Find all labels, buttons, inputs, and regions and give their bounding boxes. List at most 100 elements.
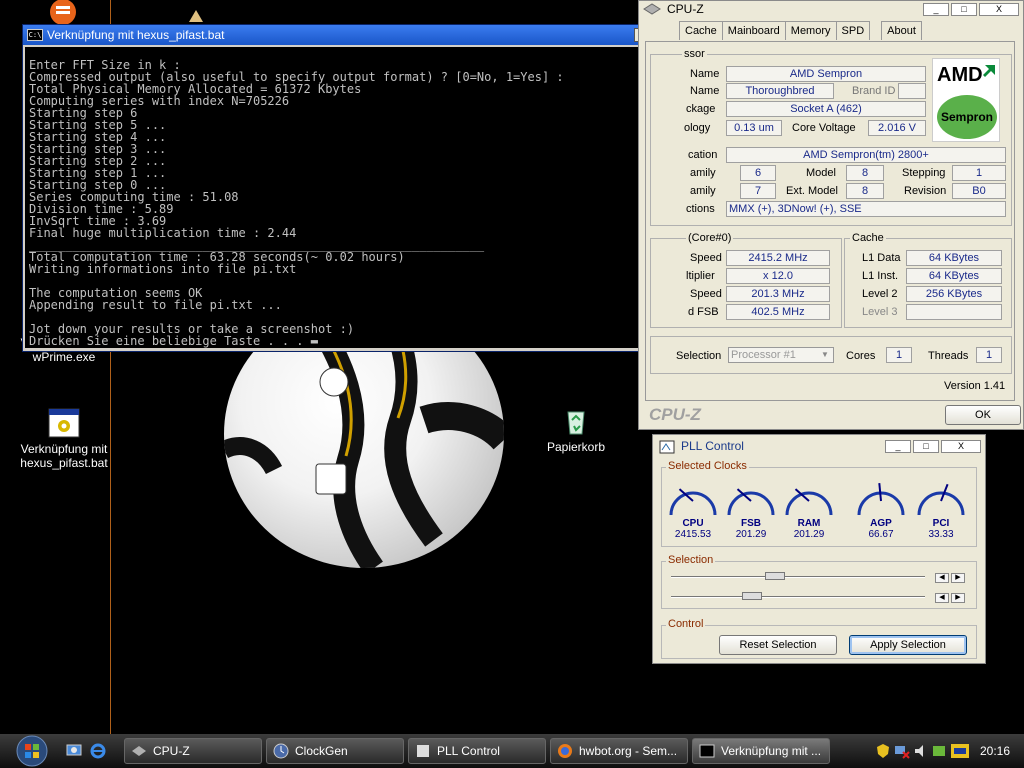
console-titlebar[interactable]: C:\ Verknüpfung mit hexus_pifast.bat _ □… (23, 25, 687, 45)
desktop-icon-recycle-bin[interactable]: Papierkorb (526, 406, 626, 454)
model-value: 8 (846, 165, 884, 181)
brand-id-value (898, 83, 926, 99)
task-hwbot-label: hwbot.org - Sem... (579, 744, 678, 758)
task-console[interactable]: Verknüpfung mit ... (692, 738, 830, 764)
cores-label: Cores (846, 350, 876, 362)
multiplier-value: x 12.0 (726, 268, 830, 284)
quick-launch (66, 743, 106, 759)
cpuz-minimize-button[interactable]: _ (923, 2, 949, 16)
task-hwbot[interactable]: hwbot.org - Sem... (550, 738, 688, 764)
desktop-icon-top-2[interactable] (186, 8, 206, 24)
slider-knob-1[interactable] (765, 572, 786, 580)
revision-value: B0 (952, 183, 1006, 199)
desktop: Verknüpfung mit wPrime.exe Verknüpfung m… (0, 0, 1024, 768)
revision-label: Revision (904, 185, 947, 197)
processor-select-chevron-down-icon[interactable]: ▼ (818, 348, 832, 362)
show-desktop-icon[interactable] (66, 743, 82, 759)
tab-about[interactable]: About (881, 21, 922, 40)
cpuz-task-icon (132, 746, 146, 756)
technology-value: 0.13 um (726, 120, 782, 136)
desktop-icon-top-1[interactable] (48, 0, 78, 25)
pll-minimize-button[interactable]: _ (885, 439, 911, 453)
gauge-fsb: FSB 201.29 (725, 477, 777, 540)
level2-value: 256 KBytes (906, 286, 1002, 302)
pll-app-icon (659, 440, 675, 454)
core-speed-value: 2415.2 MHz (726, 250, 830, 266)
core-voltage-label: Core Voltage (792, 122, 856, 134)
task-clockgen[interactable]: ClockGen (266, 738, 404, 764)
cpuz-close-button[interactable]: X (979, 2, 1019, 16)
ok-button[interactable]: OK (945, 405, 1021, 425)
pll-maximize-button[interactable]: □ (913, 439, 939, 453)
cpuz-footer-brand: CPU-Z (649, 405, 701, 424)
pll-task-icon (417, 745, 429, 757)
security-shield-icon[interactable] (876, 743, 890, 759)
family-value: 6 (740, 165, 776, 181)
selection-section: Selection (661, 554, 977, 609)
desktop-icon-hexus[interactable]: Verknüpfung mit hexus_pifast.bat (14, 408, 114, 470)
selection-label: Selection (676, 350, 722, 362)
gauge-dial-icon (669, 488, 717, 516)
apply-selection-button[interactable]: Apply Selection (849, 635, 967, 655)
l1-data-value: 64 KBytes (906, 250, 1002, 266)
cpuz-window[interactable]: CPU-Z _ □ X Cache Mainboard Memory SPD A… (638, 0, 1024, 430)
slider-2-right-arrow-icon[interactable]: ▶ (951, 593, 965, 603)
codename-value: Thoroughbred (726, 83, 834, 99)
gauge-value: 2415.53 (674, 529, 712, 540)
gauge-label: PCI (932, 518, 950, 529)
selected-clocks-label: Selected Clocks (666, 460, 749, 472)
internet-explorer-icon[interactable] (90, 743, 106, 759)
pll-control-window[interactable]: PLL Control _ □ X Selected Clocks CPU 241… (652, 434, 986, 664)
app-tray-icon[interactable] (950, 743, 970, 759)
control-section-label: Control (666, 618, 706, 630)
ext-family-value: 7 (740, 183, 776, 199)
slider-2-left-arrow-icon[interactable]: ◀ (935, 593, 949, 603)
reset-selection-button[interactable]: Reset Selection (719, 635, 837, 655)
slider-knob-2[interactable] (742, 592, 763, 600)
threads-value: 1 (976, 347, 1002, 363)
gauge-label: CPU (682, 518, 704, 529)
pll-title: PLL Control (681, 439, 744, 453)
stepping-value: 1 (952, 165, 1006, 181)
level3-value (906, 304, 1002, 320)
pll-close-button[interactable]: X (941, 439, 981, 453)
amd-logo-brand: AMD (937, 64, 983, 86)
gauge-value: 201.29 (793, 529, 825, 540)
cpuz-maximize-button[interactable]: □ (951, 2, 977, 16)
version-text: Version 1.41 (944, 380, 1006, 392)
volume-icon[interactable] (914, 743, 928, 759)
slider-1-left-arrow-icon[interactable]: ◀ (935, 573, 949, 583)
task-console-label: Verknüpfung mit ... (721, 744, 822, 758)
desktop-icon-hexus-label: Verknüpfung mit hexus_pifast.bat (20, 442, 108, 470)
family-label: amily (690, 167, 716, 179)
pll-titlebar[interactable]: PLL Control _ □ X (653, 435, 985, 457)
bus-speed-label: Speed (690, 288, 722, 300)
task-cpuz[interactable]: CPU-Z (124, 738, 262, 764)
specification-value: AMD Sempron(tm) 2800+ (726, 147, 1006, 163)
task-pll-control[interactable]: PLL Control (408, 738, 546, 764)
processor-group-title: ssor (682, 48, 707, 60)
clockgen-task-icon (273, 743, 289, 759)
slider-track-1 (671, 576, 925, 578)
slider-1-right-arrow-icon[interactable]: ▶ (951, 573, 965, 583)
tab-mainboard[interactable]: Mainboard (721, 21, 786, 40)
selection-section-label: Selection (666, 554, 716, 566)
network-icon[interactable] (894, 743, 910, 759)
desktop-icon-recycle-bin-label: Papierkorb (546, 440, 606, 454)
name-value: AMD Sempron (726, 66, 926, 82)
clock[interactable]: 20:16 (980, 744, 1010, 758)
recycle-bin-icon (567, 411, 585, 435)
core-speed-label: Speed (690, 252, 722, 264)
nvidia-icon[interactable] (932, 743, 946, 759)
start-button[interactable] (12, 734, 52, 768)
cpuz-titlebar[interactable]: CPU-Z _ □ X (639, 1, 1023, 17)
tab-spd[interactable]: SPD (835, 21, 871, 40)
console-output[interactable]: Enter FFT Size in k : Compressed output (… (25, 47, 668, 348)
instructions-label: ctions (686, 203, 715, 215)
tab-cache[interactable]: Cache (679, 21, 723, 40)
level3-label: Level 3 (862, 306, 898, 318)
tab-memory[interactable]: Memory (784, 21, 837, 40)
amd-logo-icon: AMD Sempron (937, 64, 997, 139)
console-task-icon (699, 744, 715, 758)
console-window[interactable]: C:\ Verknüpfung mit hexus_pifast.bat _ □… (22, 24, 688, 352)
